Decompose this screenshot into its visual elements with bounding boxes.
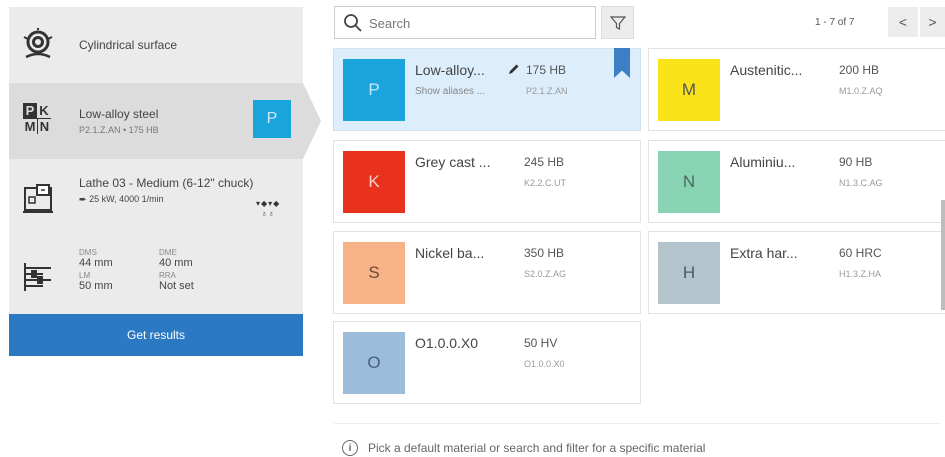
active-step-arrow [303,83,321,159]
material-code: S2.0.Z.AG [524,269,567,279]
pagination-label: 1 - 7 of 7 [815,17,855,28]
cylinder-surface-icon [21,28,55,62]
material-code: M1.0.Z.AQ [839,86,883,96]
material-swatch: S [343,242,405,304]
material-name: Austenitic... [730,62,803,78]
show-aliases-link[interactable]: Show aliases ... [415,86,485,97]
material-code: H1.3.Z.HA [839,269,882,279]
material-name: Low-alloy... [415,62,485,78]
info-icon: i [342,440,358,456]
material-swatch: O [343,332,405,394]
material-hardness: 350 HB [524,246,565,260]
material-hardness: 50 HV [524,336,558,350]
material-swatch: M [658,59,720,121]
setup-panel: Cylindrical surface PK MN Low-alloy stee… [9,7,321,374]
step-dimensions[interactable]: DMS 44 mm DME 40 mm LM 50 mm RRA Not set [9,239,303,314]
material-subtitle: P2.1.Z.AN • 175 HB [79,125,159,135]
get-results-button[interactable]: Get results [9,314,303,356]
surface-title: Cylindrical surface [79,38,178,52]
search-input[interactable] [369,13,589,33]
material-swatch: K [343,151,405,213]
pencil-icon[interactable] [508,63,520,75]
material-card-k[interactable]: K Grey cast ... 245 HB K2.2.C.UT [333,140,641,223]
material-hardness: 175 HB [526,63,567,77]
material-card-n[interactable]: N Aluminiu... 90 HB N1.3.C.AG [648,140,945,223]
search-box[interactable] [334,6,596,39]
material-badge: P [253,100,291,138]
material-name: Extra har... [730,245,798,261]
material-code: N1.3.C.AG [839,178,883,188]
material-hardness: 245 HB [524,155,565,169]
lm-field: LM 50 mm [79,271,113,293]
power-icon: ➨ [79,194,87,204]
dimensions-icon [21,260,55,294]
coolant-icons: ▾◆▾◆ ♁♁ [256,199,281,218]
hint-message: i Pick a default material or search and … [342,440,705,456]
material-name: Nickel ba... [415,245,485,261]
step-material[interactable]: PK MN Low-alloy steel P2.1.Z.AN • 175 HB… [9,83,303,159]
material-card-h[interactable]: H Extra har... 60 HRC H1.3.Z.HA [648,231,945,314]
material-hardness: 90 HB [839,155,873,169]
material-swatch: N [658,151,720,213]
material-code: P2.1.Z.AN [526,86,568,96]
bookmark-icon[interactable] [614,48,630,78]
filter-icon [609,15,626,30]
dme-field: DME 40 mm [159,248,193,270]
material-title: Low-alloy steel [79,107,159,121]
material-name: O1.0.0.X0 [415,335,479,351]
machine-title: Lathe 03 - Medium (6-12" chuck) [79,176,254,190]
material-card-m[interactable]: M Austenitic... 200 HB M1.0.Z.AQ [648,48,945,131]
material-card-s[interactable]: S Nickel ba... 350 HB S2.0.Z.AG [333,231,641,314]
dms-field: DMS 44 mm [79,248,113,270]
material-code: K2.2.C.UT [524,178,567,188]
material-hardness: 200 HB [839,63,880,77]
next-page-button[interactable]: > [920,7,945,37]
divider [334,423,939,424]
lathe-icon [21,182,55,216]
step-machine[interactable]: Lathe 03 - Medium (6-12" chuck) ➨ 25 kW,… [9,159,303,239]
material-card-o[interactable]: O O1.0.0.X0 50 HV O1.0.0.X0 [333,321,641,404]
hint-text: Pick a default material or search and fi… [368,441,706,455]
step-surface[interactable]: Cylindrical surface [9,7,303,83]
material-hardness: 60 HRC [839,246,882,260]
machine-specs: ➨ 25 kW, 4000 1/min [79,194,164,204]
search-icon [344,14,362,32]
material-group-icon: PK MN [23,103,51,134]
material-code: O1.0.0.X0 [524,359,565,369]
material-name: Aluminiu... [730,154,796,170]
rra-field: RRA Not set [159,271,194,293]
dimension-values: DMS 44 mm DME 40 mm LM 50 mm RRA Not set [79,248,239,293]
material-name: Grey cast ... [415,154,491,170]
material-card-p[interactable]: P Low-alloy... Show aliases ... 175 HB P… [333,48,641,131]
material-swatch: P [343,59,405,121]
filter-button[interactable] [601,6,634,39]
prev-page-button[interactable]: < [888,7,918,37]
scrollbar[interactable] [941,200,945,310]
material-swatch: H [658,242,720,304]
